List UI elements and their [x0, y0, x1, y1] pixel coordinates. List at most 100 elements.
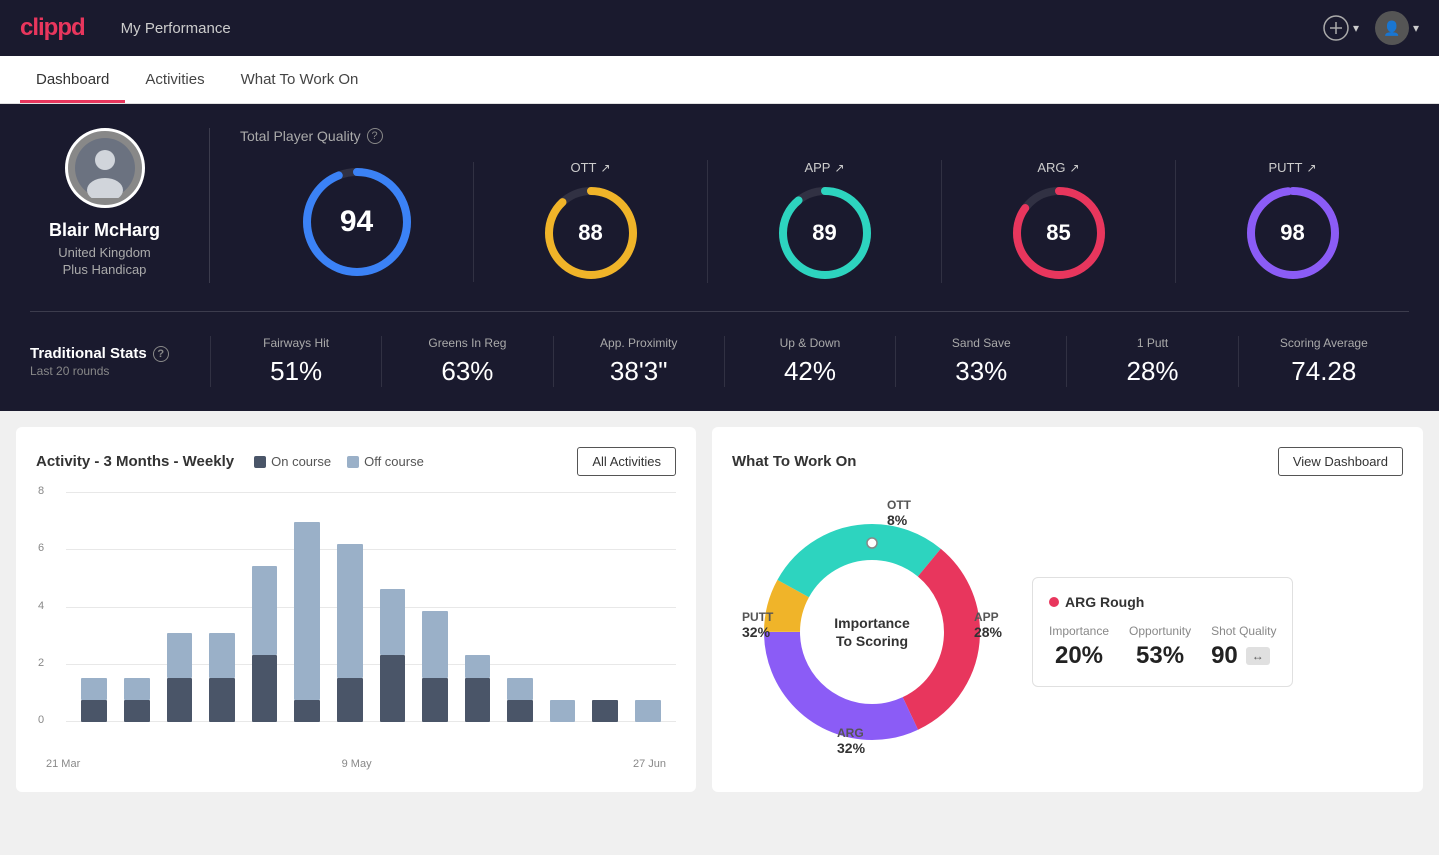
bar-group-0 [76, 492, 113, 722]
activity-chart-panel: Activity - 3 Months - Weekly On course O… [16, 427, 696, 792]
donut-label-ott: OTT8% [887, 498, 911, 528]
info-metrics: Importance 20% Opportunity 53% Shot Qual… [1049, 624, 1276, 670]
what-to-work-on-panel: What To Work On View Dashboard [712, 427, 1423, 792]
bar-stack-9 [459, 655, 496, 722]
player-avatar [65, 128, 145, 208]
bar-on-5 [294, 700, 320, 722]
bar-group-8 [417, 492, 454, 722]
nav-tabs: Dashboard Activities What To Work On [0, 56, 1439, 104]
tab-what-to-work-on[interactable]: What To Work On [225, 59, 375, 103]
bar-group-5 [289, 492, 326, 722]
donut-center-text: ImportanceTo Scoring [834, 614, 909, 650]
arg-info-card: ARG Rough Importance 20% Opportunity 53%… [1032, 577, 1293, 687]
putt-score: 98 [1280, 220, 1304, 246]
all-activities-button[interactable]: All Activities [577, 447, 676, 476]
bar-stack-12 [587, 700, 624, 722]
ott-trend-icon: ↗ [600, 161, 610, 175]
main-score: 94 [340, 205, 373, 239]
bar-group-10 [502, 492, 539, 722]
bar-on-9 [465, 678, 491, 722]
add-button[interactable]: ▾ [1323, 15, 1359, 41]
bar-on-4 [252, 655, 278, 722]
metric-shot-quality: Shot Quality 90 ↔ [1211, 624, 1276, 670]
bar-group-11 [544, 492, 581, 722]
bar-on-12 [592, 700, 618, 722]
bar-group-7 [374, 492, 411, 722]
bar-off-10 [507, 678, 533, 700]
arg-card-title: ARG Rough [1065, 594, 1144, 610]
page-title: My Performance [121, 20, 231, 37]
stat-fairways-hit: Fairways Hit 51% [210, 336, 381, 387]
bar-off-13 [635, 700, 661, 722]
bar-off-11 [550, 700, 576, 722]
gauge-putt: PUTT ↗ 98 [1176, 160, 1409, 283]
bar-off-7 [380, 589, 406, 656]
tab-dashboard[interactable]: Dashboard [20, 59, 125, 103]
traditional-stats: Traditional Stats ? Last 20 rounds Fairw… [30, 336, 1409, 387]
stats-help-icon[interactable]: ? [153, 346, 169, 362]
metric-opportunity: Opportunity 53% [1129, 624, 1191, 670]
bar-stack-13 [630, 700, 667, 722]
stat-app-proximity: App. Proximity 38'3" [553, 336, 724, 387]
player-name: Blair McHarg [49, 220, 160, 241]
bar-off-1 [124, 678, 150, 700]
metric-importance: Importance 20% [1049, 624, 1109, 670]
bar-off-6 [337, 544, 363, 677]
logo[interactable]: clippd [20, 14, 85, 42]
donut-label-arg: ARG32% [837, 726, 865, 756]
bar-stack-0 [76, 678, 113, 722]
bar-group-12 [587, 492, 624, 722]
gauge-arg: ARG ↗ 85 [942, 160, 1176, 283]
gauge-app: APP ↗ 89 [708, 160, 942, 283]
top-right-controls: ▾ 👤 ▾ [1323, 11, 1419, 45]
bar-on-1 [124, 700, 150, 722]
bar-stack-1 [119, 678, 156, 722]
bar-on-7 [380, 655, 406, 722]
avatar: 👤 [1375, 11, 1409, 45]
x-axis-labels: 21 Mar 9 May 27 Jun [36, 752, 676, 770]
bars-area [66, 492, 676, 722]
quality-title: Total Player Quality ? [240, 128, 1409, 144]
on-course-legend-dot [254, 456, 266, 468]
dashboard-banner: Blair McHarg United Kingdom Plus Handica… [0, 104, 1439, 411]
tab-activities[interactable]: Activities [129, 59, 220, 103]
bar-off-0 [81, 678, 107, 700]
bar-on-8 [422, 678, 448, 722]
view-dashboard-button[interactable]: View Dashboard [1278, 447, 1403, 476]
bar-group-6 [331, 492, 368, 722]
bar-group-1 [119, 492, 156, 722]
x-label-mar: 21 Mar [46, 758, 80, 770]
bar-off-8 [422, 611, 448, 678]
activity-chart-title: Activity - 3 Months - Weekly [36, 453, 234, 470]
off-course-legend-dot [347, 456, 359, 468]
bar-group-3 [204, 492, 241, 722]
bar-on-6 [337, 678, 363, 722]
bar-group-4 [246, 492, 283, 722]
user-avatar-button[interactable]: 👤 ▾ [1375, 11, 1419, 45]
arg-score: 85 [1046, 220, 1070, 246]
bar-stack-10 [502, 678, 539, 722]
player-country: United Kingdom [58, 245, 151, 260]
bar-off-4 [252, 566, 278, 655]
gauge-ott: OTT ↗ 88 [474, 160, 708, 283]
activity-bar-chart: 8 6 4 2 0 [36, 492, 676, 752]
bar-on-2 [167, 678, 193, 722]
bar-stack-11 [544, 700, 581, 722]
stat-scoring-average: Scoring Average 74.28 [1238, 336, 1409, 387]
bar-stack-8 [417, 611, 454, 722]
quality-help-icon[interactable]: ? [367, 128, 383, 144]
top-bar: clippd My Performance ▾ 👤 ▾ [0, 0, 1439, 56]
donut-label-app: APP28% [974, 610, 1002, 640]
avatar-chevron: ▾ [1413, 21, 1419, 35]
quality-section: Total Player Quality ? 94 [210, 128, 1409, 283]
bar-stack-2 [161, 633, 198, 722]
quality-gauges: 94 OTT ↗ 88 [240, 160, 1409, 283]
bar-group-9 [459, 492, 496, 722]
app-score: 89 [812, 220, 836, 246]
legend-off-course: Off course [347, 454, 424, 469]
bar-group-2 [161, 492, 198, 722]
stat-1-putt: 1 Putt 28% [1066, 336, 1237, 387]
work-on-panel-header: What To Work On View Dashboard [732, 447, 1403, 476]
shot-quality-badge: ↔ [1246, 647, 1270, 665]
player-info: Blair McHarg United Kingdom Plus Handica… [30, 128, 210, 283]
